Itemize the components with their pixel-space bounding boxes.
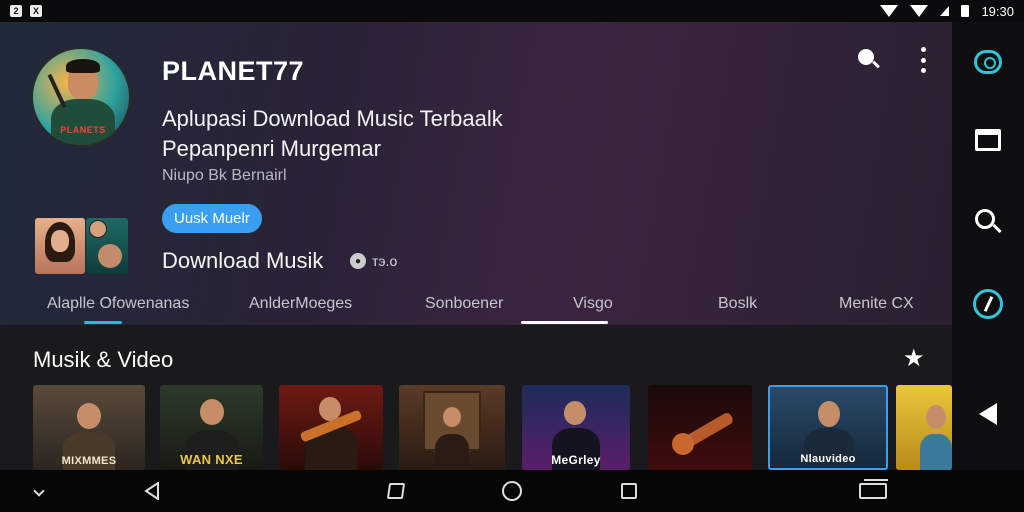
card-caption: Nlauvideo: [800, 453, 856, 465]
status-left: 2 X: [10, 5, 42, 17]
right-rail: [952, 22, 1024, 470]
app-title: PLANET77: [162, 56, 305, 86]
more-dot: [920, 47, 926, 52]
recent-apps-icon: [859, 479, 888, 499]
thumb-circle-2: [98, 244, 122, 268]
download-count-value: тэ.о: [372, 253, 398, 269]
nav-collapse-button[interactable]: [28, 470, 50, 512]
nav-screenshot-button[interactable]: [384, 470, 408, 512]
battery-icon: [961, 5, 970, 17]
tab-sonboener[interactable]: Sonboener: [425, 295, 503, 313]
card-caption: WAN NXE: [180, 452, 243, 467]
media-card[interactable]: [399, 385, 505, 470]
card-face: [818, 401, 840, 427]
headline: Aplupasi Download Music Terbaalk Pepanpe…: [162, 104, 503, 164]
rail-search-button[interactable]: [952, 208, 1024, 236]
nav-recents-button[interactable]: [856, 470, 890, 512]
subline: Niupo Bk Bernairl: [162, 167, 287, 184]
notification-icon: 2: [10, 5, 22, 17]
back-arrow-icon: [979, 403, 997, 425]
status-bar: 2 X 19:30: [0, 0, 1024, 22]
guitar-body: [672, 433, 694, 455]
musik-video-section: Musik & Video ★ MIXMMES WAN NXE MeGrley …: [0, 325, 952, 470]
back-icon: [144, 482, 160, 500]
search-handle: [992, 223, 1002, 234]
microphone-icon: [47, 73, 67, 109]
rail-back-button[interactable]: [952, 403, 1024, 425]
nav-overview-button[interactable]: [618, 470, 640, 512]
rail-explore-button[interactable]: [952, 289, 1024, 319]
card-caption: MeGrley: [551, 453, 601, 467]
channel-avatar[interactable]: PLANETS: [31, 47, 131, 147]
rail-window-button[interactable]: [952, 129, 1024, 151]
cloud-search-icon: [974, 50, 1002, 74]
chevron-down-icon: [33, 485, 45, 497]
info-icon: ●: [350, 253, 366, 269]
search-icon: [974, 208, 1002, 236]
nav-back-button[interactable]: [140, 470, 164, 512]
card-figure: [920, 434, 952, 470]
wifi-icon: [880, 5, 899, 17]
tab-indicator-accent: [84, 321, 122, 324]
status-right: 19:30: [880, 4, 1014, 19]
hero-banner: PLANETS PLANET77 Aplupasi Download Music…: [0, 22, 952, 325]
avatar-body: [51, 99, 115, 145]
card-face: [77, 403, 101, 429]
notification-icon: X: [30, 5, 42, 17]
avatar-logo-text: PLANETS: [60, 125, 106, 135]
rail-cloud-search-button[interactable]: [952, 50, 1024, 74]
media-card[interactable]: [896, 385, 952, 470]
media-card[interactable]: [648, 385, 752, 470]
tab-anldermoeges[interactable]: AnlderMoeges: [249, 295, 352, 313]
category-pill-button[interactable]: Uusk Muelr: [162, 204, 262, 233]
media-card[interactable]: MeGrley: [522, 385, 630, 470]
compass-icon: [973, 289, 1003, 319]
tab-bar: Alaplle Ofowenanas AnlderMoeges Sonboene…: [0, 283, 952, 325]
card-face: [443, 407, 461, 427]
card-face: [200, 399, 224, 425]
card-caption: MIXMMES: [61, 455, 117, 467]
search-handle: [872, 60, 880, 69]
more-options-icon[interactable]: [915, 47, 931, 73]
avatar-hair: [66, 59, 100, 73]
card-face: [564, 401, 586, 425]
overview-icon: [621, 483, 637, 499]
tab-indicator-selected: [521, 321, 608, 324]
tab-menite[interactable]: Menite CX: [839, 295, 914, 313]
home-icon: [502, 481, 522, 501]
card-face: [926, 405, 946, 429]
headline-line-2: Pepanpenri Murgemar: [162, 136, 381, 161]
media-card-selected[interactable]: Nlauvideo: [768, 385, 888, 470]
media-card[interactable]: [279, 385, 383, 470]
more-dot: [920, 57, 926, 63]
tab-visgo[interactable]: Visgo: [573, 295, 613, 313]
window-icon: [975, 129, 1001, 151]
nav-home-button[interactable]: [500, 470, 524, 512]
screen: 2 X 19:30 PLANETS PLANET77 Aplupasi Down…: [0, 0, 1024, 512]
thumb-face: [51, 230, 69, 252]
tab-boslk[interactable]: Boslk: [718, 295, 757, 313]
media-card[interactable]: MIXMMES: [33, 385, 145, 470]
signal-icon: [940, 6, 950, 16]
star-icon[interactable]: ★: [903, 347, 925, 371]
navigation-bar: [0, 470, 1024, 512]
more-dot: [920, 68, 926, 73]
thumbnail-woman[interactable]: [35, 218, 85, 274]
media-card[interactable]: WAN NXE: [160, 385, 263, 470]
wifi-lock-icon: [910, 5, 929, 17]
tab-alaplle[interactable]: Alaplle Ofowenanas: [47, 295, 189, 313]
headline-line-1: Aplupasi Download Music Terbaalk: [162, 106, 503, 131]
download-label[interactable]: Download Musik: [162, 248, 323, 274]
thumbnail-group[interactable]: [86, 218, 128, 274]
card-figure: [435, 434, 469, 470]
screenshot-icon: [386, 483, 406, 499]
clock: 19:30: [981, 3, 1014, 19]
download-count: ● тэ.о: [350, 253, 397, 269]
section-title: Musik & Video: [33, 347, 174, 372]
search-icon[interactable]: [855, 46, 881, 72]
thumb-circle-1: [89, 220, 107, 238]
